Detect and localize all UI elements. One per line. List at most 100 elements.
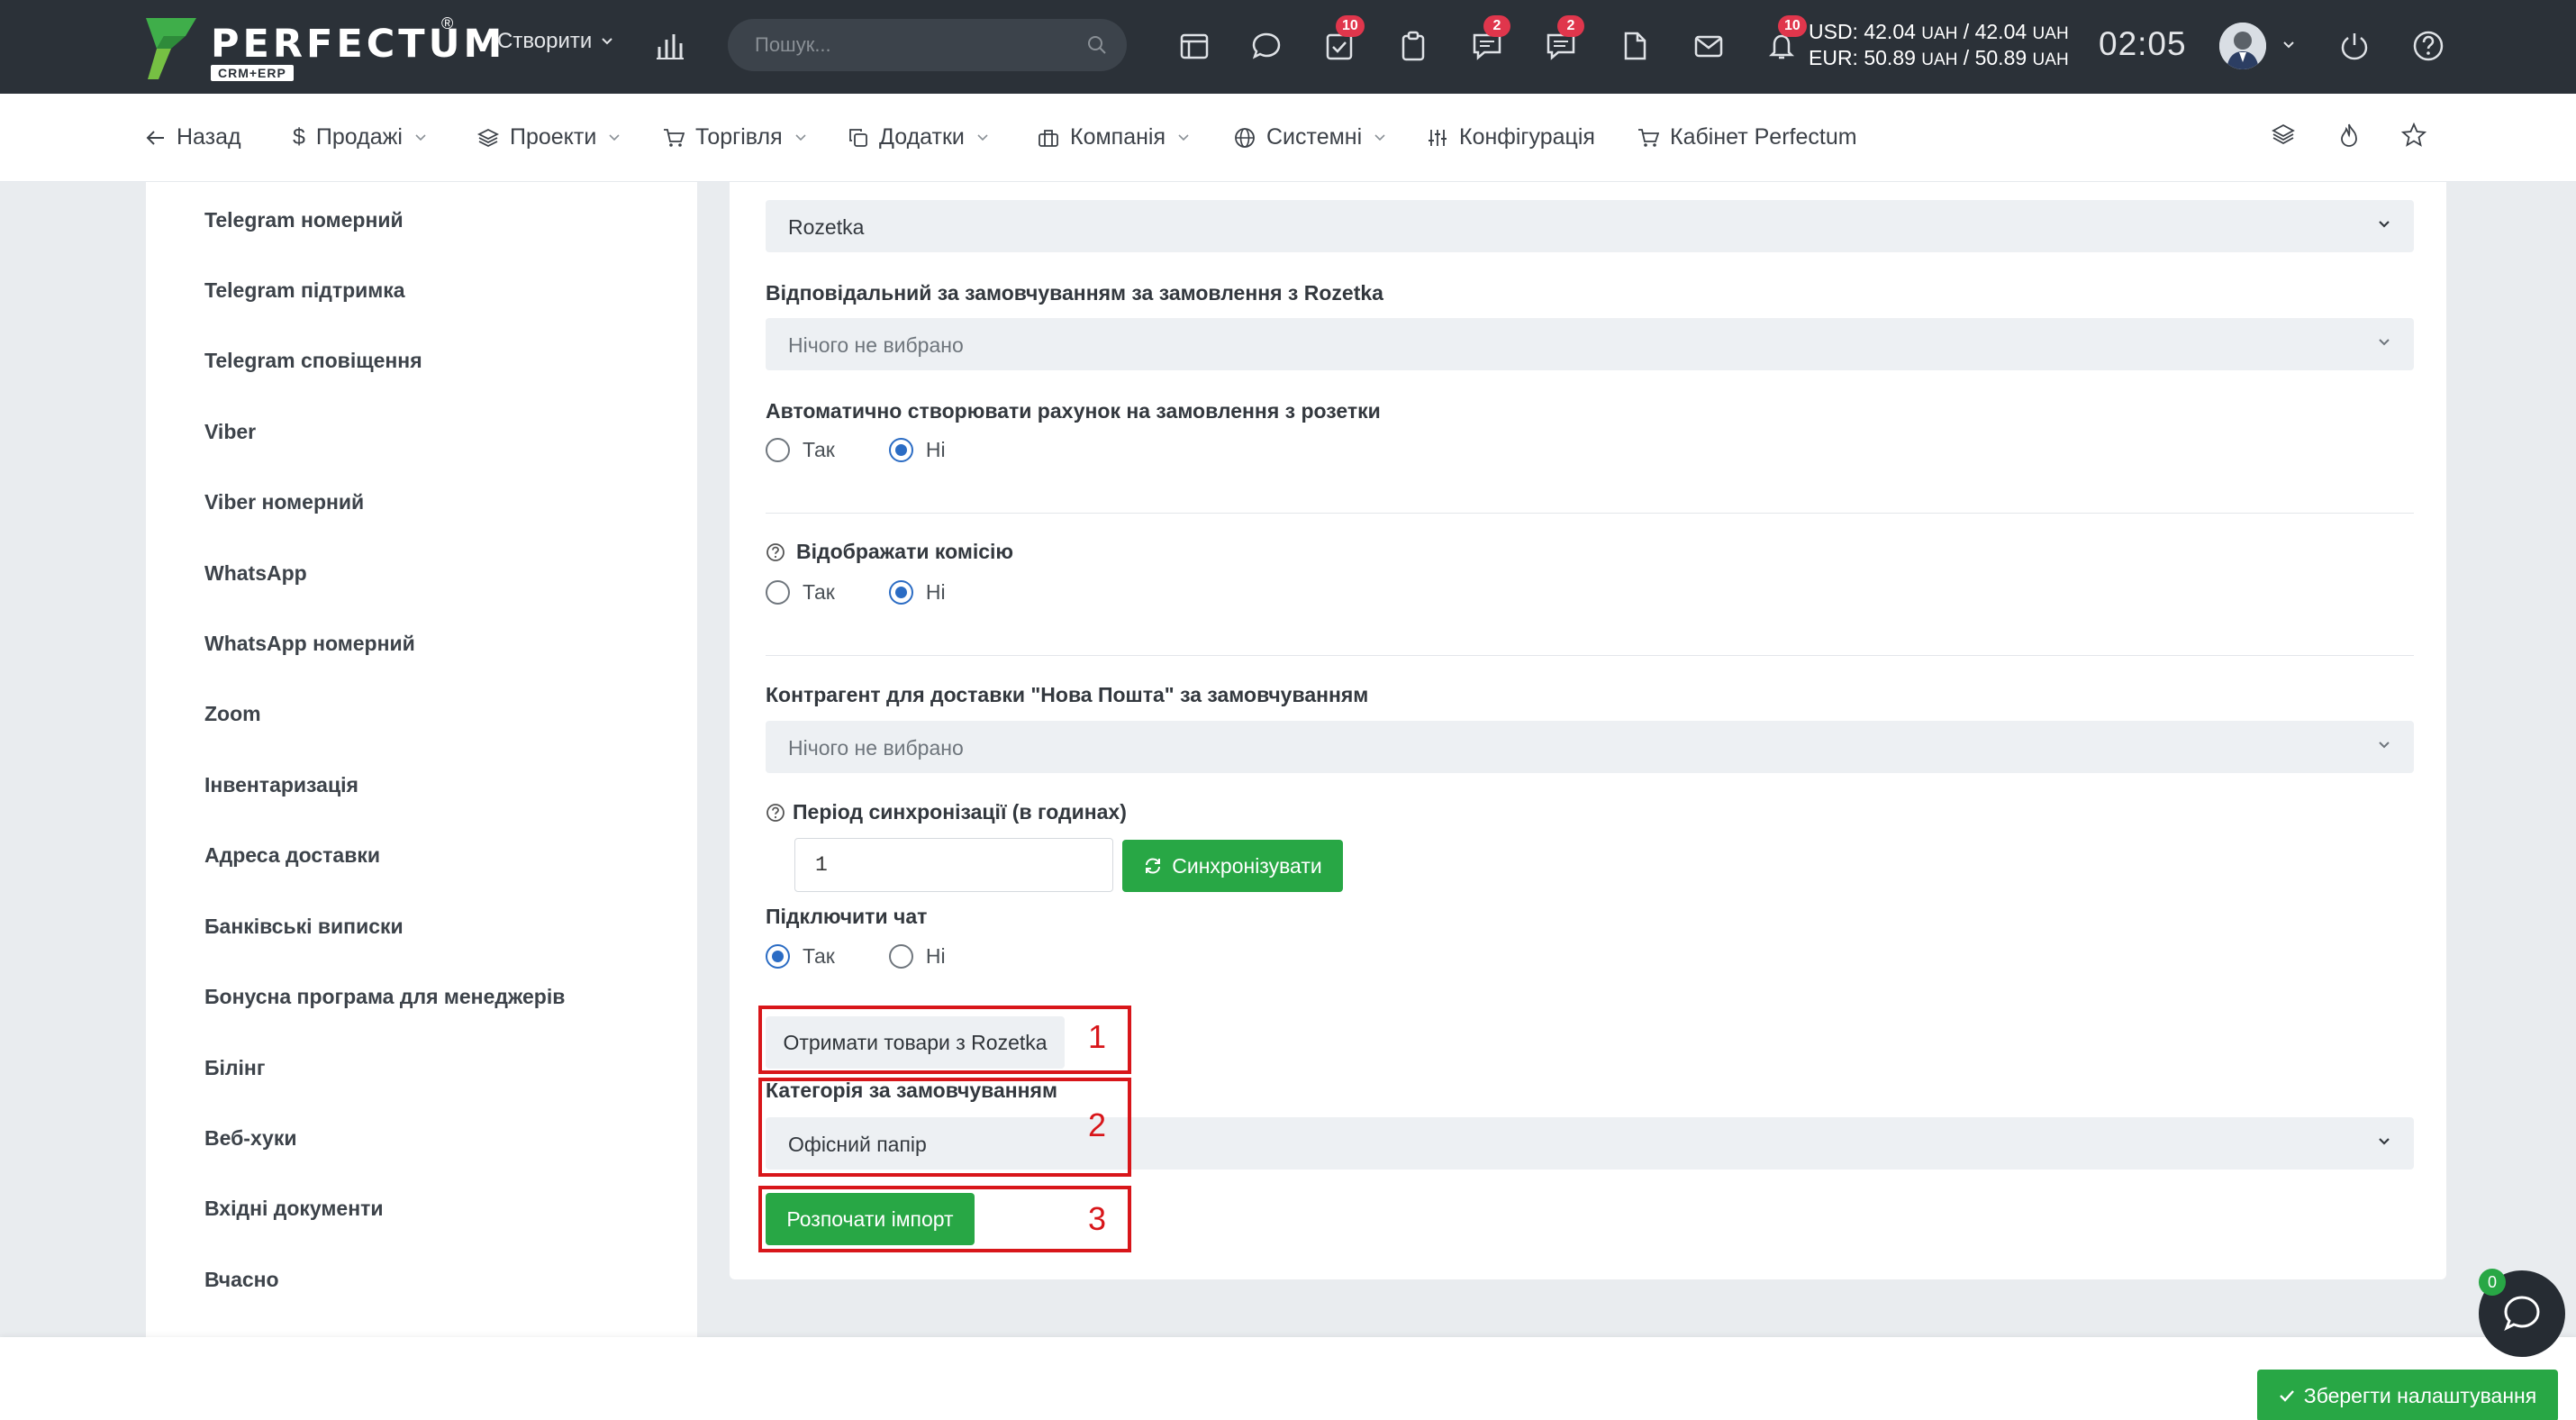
nav-back-label: Назад xyxy=(177,124,241,150)
source-select[interactable]: Rozetka xyxy=(766,200,2414,252)
show-commission-label: Відображати комісію xyxy=(766,540,1013,564)
question-circle-icon[interactable] xyxy=(766,803,785,823)
sidebar-item[interactable]: Viber xyxy=(204,420,256,444)
nav-system[interactable]: Системні xyxy=(1234,124,1385,150)
sidebar-item[interactable]: Білінг xyxy=(204,1056,265,1080)
bar-chart-icon[interactable] xyxy=(652,28,688,64)
nav-cabinet[interactable]: Кабінет Perfectum xyxy=(1637,124,1857,150)
show-commission-no-label[interactable]: Ні xyxy=(926,580,946,605)
arrow-left-icon xyxy=(146,130,164,145)
mail-icon[interactable] xyxy=(1691,28,1727,64)
nav-config[interactable]: Конфігурація xyxy=(1427,124,1595,150)
sidebar-item[interactable]: Zoom xyxy=(204,702,261,726)
auto-invoice-yes-label[interactable]: Так xyxy=(803,438,835,462)
logo-mark-icon xyxy=(146,18,196,79)
layers-icon[interactable] xyxy=(2272,123,2295,146)
nav-sales[interactable]: $ Продажі xyxy=(293,124,426,150)
chevron-down-icon xyxy=(415,133,426,141)
connect-chat-label: Підключити чат xyxy=(766,905,928,928)
show-commission-yes-label[interactable]: Так xyxy=(803,580,835,605)
responsible-select-value: Нічого не вибрано xyxy=(788,333,964,357)
create-menu[interactable]: Створити xyxy=(497,29,613,54)
contractor-select[interactable]: Нічого не вибрано xyxy=(766,721,2414,773)
responsible-select[interactable]: Нічого не вибрано xyxy=(766,318,2414,370)
chevron-down-icon xyxy=(609,133,620,141)
logo-text: PERFECTUM xyxy=(211,22,506,67)
sync-button-label: Синхронізувати xyxy=(1172,853,1322,878)
chat-icon[interactable] xyxy=(1248,28,1284,64)
comments-icon[interactable]: 2 xyxy=(1543,15,1584,64)
nav-company-label: Компанія xyxy=(1070,124,1166,150)
create-label: Створити xyxy=(497,29,593,53)
nav-addons-label: Додатки xyxy=(879,124,965,150)
fire-icon[interactable] xyxy=(2338,123,2360,148)
save-settings-button[interactable]: Зберегти налаштування xyxy=(2257,1370,2558,1420)
annotation-box-2 xyxy=(758,1078,1131,1177)
show-commission-text: Відображати комісію xyxy=(796,540,1014,563)
power-icon[interactable] xyxy=(2336,28,2372,64)
sidebar-item[interactable]: Вчасно xyxy=(204,1268,279,1292)
check-icon xyxy=(2279,1390,2294,1402)
sidebar-item[interactable]: WhatsApp xyxy=(204,561,307,586)
search-box[interactable] xyxy=(728,19,1127,71)
sidebar-item[interactable]: Telegram сповіщення xyxy=(204,349,422,373)
sidebar-item[interactable]: Вхідні документи xyxy=(204,1197,384,1221)
nav-projects[interactable]: Проекти xyxy=(477,124,620,150)
sidebar-item[interactable]: Telegram номерний xyxy=(204,208,404,232)
divider xyxy=(766,655,2414,656)
layers-icon xyxy=(477,128,499,147)
nav-company[interactable]: Компанія xyxy=(1038,124,1189,150)
sliders-icon xyxy=(1429,129,1447,146)
nav-config-label: Конфігурація xyxy=(1459,124,1595,150)
connect-chat-yes-label[interactable]: Так xyxy=(803,944,835,969)
refresh-icon xyxy=(1146,858,1161,874)
currency-rates: USD: 42.04 UAH / 42.04 UAH EUR: 50.89 UA… xyxy=(1809,20,2069,72)
calendar-icon[interactable] xyxy=(1176,28,1212,64)
clipboard-icon[interactable] xyxy=(1395,28,1431,64)
sidebar-item[interactable]: Адреса доставки xyxy=(204,843,380,868)
support-chat-icon[interactable]: 2 xyxy=(1469,15,1510,64)
auto-invoice-no-radio[interactable] xyxy=(888,438,913,462)
sync-period-input[interactable] xyxy=(794,838,1113,892)
help-icon[interactable] xyxy=(2410,28,2446,64)
connect-chat-no-label[interactable]: Ні xyxy=(926,944,946,969)
sidebar-item[interactable]: Viber номерний xyxy=(204,490,364,514)
chevron-down-icon xyxy=(795,133,806,141)
star-icon[interactable] xyxy=(2401,123,2426,148)
bell-icon[interactable]: 10 xyxy=(1764,15,1807,64)
dollar-icon: $ xyxy=(293,124,305,150)
nav-addons[interactable]: Додатки xyxy=(848,124,988,150)
top-bar: PERFECTUM ® CRM+ERP Створити 10 2 2 xyxy=(0,0,2576,94)
sync-button[interactable]: Синхронізувати xyxy=(1122,840,1343,892)
sidebar-item[interactable]: Бонусна програма для менеджерів xyxy=(204,985,565,1009)
question-circle-icon[interactable] xyxy=(766,542,785,562)
auto-invoice-label: Автоматично створювати рахунок на замовл… xyxy=(766,399,1381,423)
tasks-icon[interactable]: 10 xyxy=(1321,15,1365,64)
sidebar-item[interactable]: Інвентаризація xyxy=(204,773,358,797)
auto-invoice-yes-radio[interactable] xyxy=(766,438,790,462)
sidebar-item[interactable]: Веб-хуки xyxy=(204,1126,296,1151)
user-avatar[interactable] xyxy=(2219,23,2266,69)
cart-icon xyxy=(1638,128,1659,147)
auto-invoice-radio-group: Так Ні xyxy=(766,438,946,462)
show-commission-yes-radio[interactable] xyxy=(766,580,790,605)
auto-invoice-no-label[interactable]: Ні xyxy=(926,438,946,462)
nav-trade[interactable]: Торгівля xyxy=(663,124,806,150)
chevron-down-icon xyxy=(2379,1138,2390,1145)
sidebar-item[interactable]: Telegram підтримка xyxy=(204,278,405,303)
connect-chat-no-radio[interactable] xyxy=(888,944,913,969)
show-commission-no-radio[interactable] xyxy=(888,580,913,605)
search-input[interactable] xyxy=(755,32,1070,59)
connect-chat-yes-radio[interactable] xyxy=(766,944,790,969)
chevron-down-icon xyxy=(602,38,613,45)
chat-bubble-icon xyxy=(2504,1296,2540,1332)
sidebar-item[interactable]: WhatsApp номерний xyxy=(204,632,415,656)
nav-back[interactable]: Назад xyxy=(146,124,241,150)
user-menu-chevron-icon[interactable] xyxy=(2282,41,2295,50)
document-icon[interactable] xyxy=(1617,28,1653,64)
perfectum-logo[interactable]: PERFECTUM ® CRM+ERP xyxy=(144,14,502,85)
source-select-value: Rozetka xyxy=(788,215,865,239)
sidebar-item[interactable]: Банківські виписки xyxy=(204,915,404,939)
search-icon[interactable] xyxy=(1087,35,1107,55)
nav-system-label: Системні xyxy=(1266,124,1363,150)
